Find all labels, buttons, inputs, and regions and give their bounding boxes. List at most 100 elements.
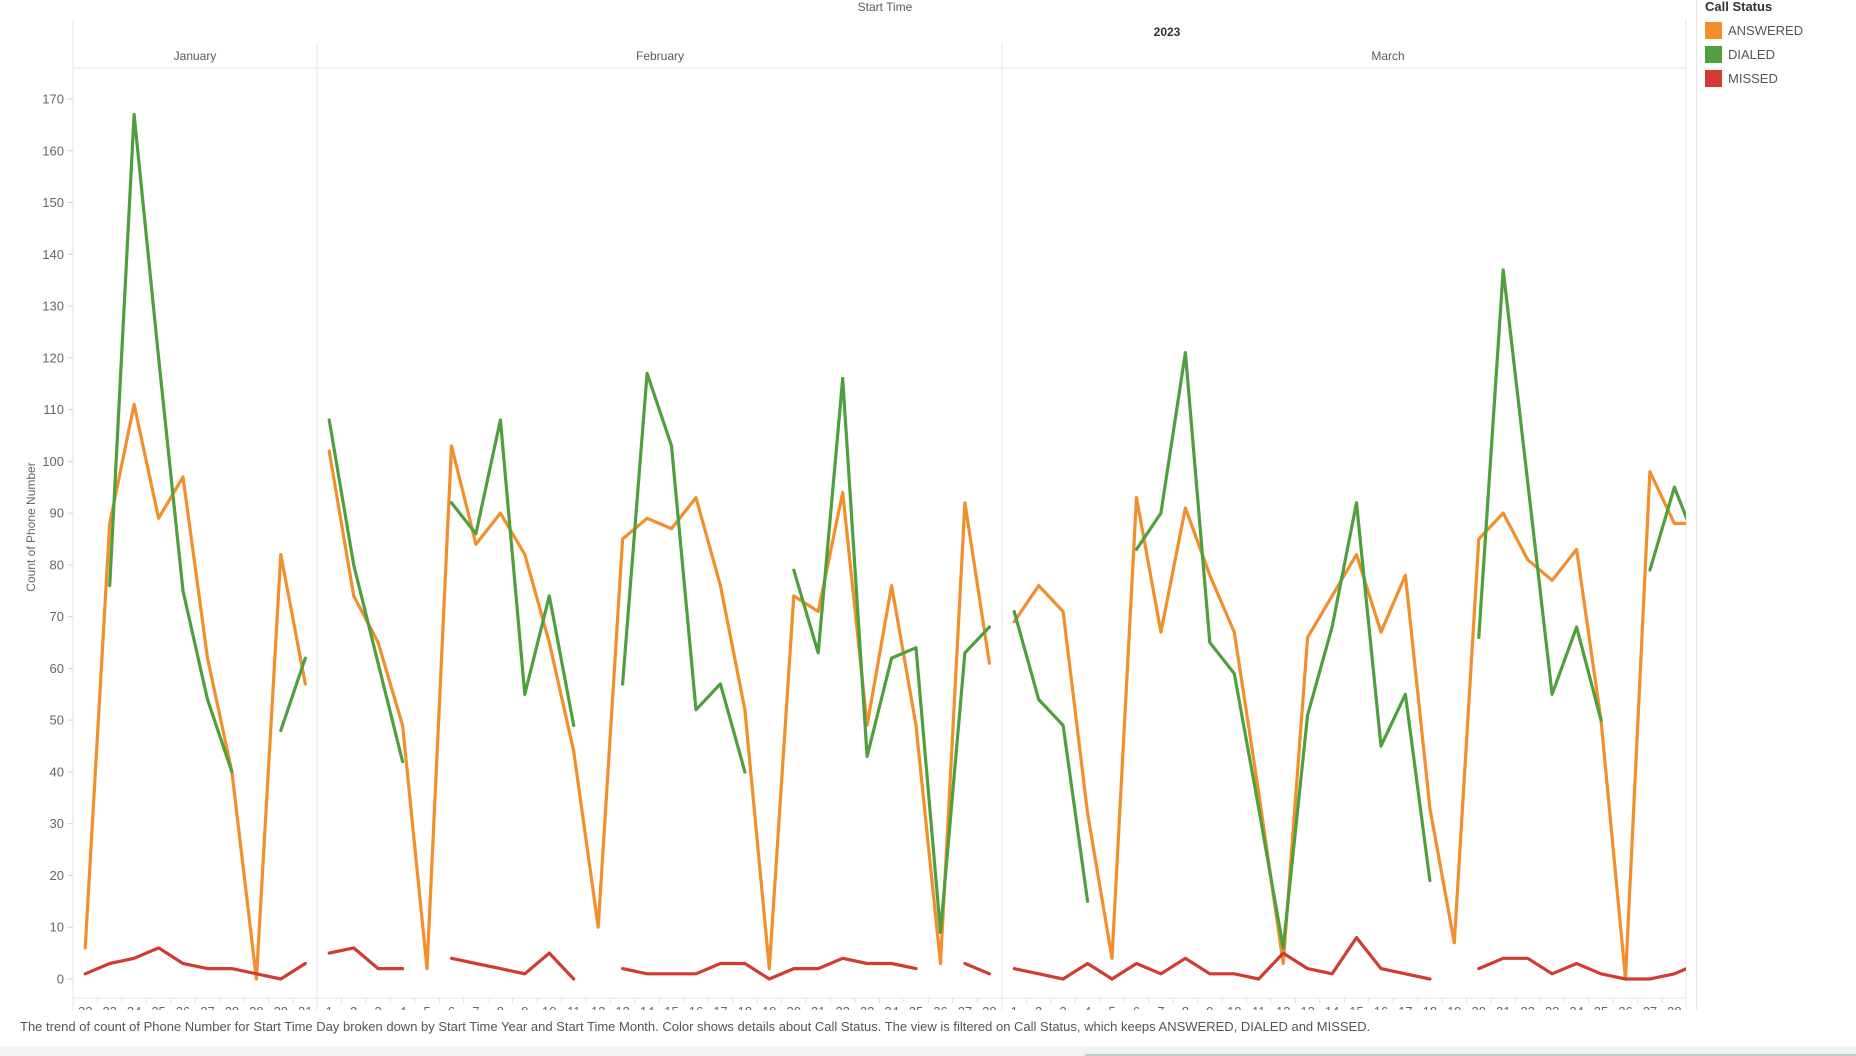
series-line-dialed-february[interactable] [327, 418, 405, 764]
data-point-dialed[interactable] [473, 531, 479, 537]
data-point-answered[interactable] [1158, 629, 1164, 635]
data-point-answered[interactable] [205, 655, 211, 661]
data-point-answered[interactable] [1354, 552, 1360, 558]
data-point-dialed[interactable] [546, 593, 552, 599]
data-point-answered[interactable] [131, 401, 137, 407]
data-point-missed[interactable] [1231, 971, 1237, 977]
data-point-dialed[interactable] [717, 681, 723, 687]
data-point-dialed[interactable] [1671, 484, 1677, 490]
data-point-answered[interactable] [1476, 536, 1482, 542]
data-point-dialed[interactable] [1598, 717, 1604, 723]
data-point-missed[interactable] [253, 971, 259, 977]
series-line-dialed-february[interactable] [449, 418, 576, 728]
data-point-missed[interactable] [449, 955, 455, 961]
data-point-dialed[interactable] [522, 691, 528, 697]
data-point-answered[interactable] [571, 748, 577, 754]
data-point-answered[interactable] [1451, 940, 1457, 946]
data-point-dialed[interactable] [938, 929, 944, 935]
data-point-answered[interactable] [938, 961, 944, 967]
data-point-missed[interactable] [1207, 971, 1213, 977]
data-point-dialed[interactable] [400, 759, 406, 765]
data-point-answered[interactable] [791, 593, 797, 599]
data-point-dialed[interactable] [1647, 567, 1653, 573]
data-point-answered[interactable] [1574, 546, 1580, 552]
data-point-dialed[interactable] [205, 697, 211, 703]
legend-item-answered[interactable]: ANSWERED [1705, 18, 1855, 42]
data-point-dialed[interactable] [326, 417, 332, 423]
data-point-missed[interactable] [229, 966, 235, 972]
data-point-answered[interactable] [400, 722, 406, 728]
data-point-dialed[interactable] [1427, 878, 1433, 884]
data-point-answered[interactable] [1500, 510, 1506, 516]
data-point-missed[interactable] [1647, 976, 1653, 982]
data-point-dialed[interactable] [840, 376, 846, 382]
data-point-missed[interactable] [1354, 935, 1360, 941]
data-point-missed[interactable] [1402, 971, 1408, 977]
data-point-dialed[interactable] [1182, 350, 1188, 356]
data-point-missed[interactable] [473, 961, 479, 967]
legend-item-dialed[interactable]: DIALED [1705, 42, 1855, 66]
data-point-missed[interactable] [302, 961, 308, 967]
data-point-missed[interactable] [913, 966, 919, 972]
series-line-answered-february[interactable] [327, 444, 992, 971]
data-point-missed[interactable] [1158, 971, 1164, 977]
data-point-missed[interactable] [205, 966, 211, 972]
data-point-dialed[interactable] [1549, 691, 1555, 697]
data-point-missed[interactable] [82, 971, 88, 977]
data-point-dialed[interactable] [156, 355, 162, 361]
data-point-answered[interactable] [522, 552, 528, 558]
series-line-missed-march[interactable] [1477, 956, 1699, 981]
data-point-dialed[interactable] [497, 417, 503, 423]
data-point-answered[interactable] [1378, 629, 1384, 635]
data-point-dialed[interactable] [889, 655, 895, 661]
data-point-missed[interactable] [693, 971, 699, 977]
series-line-dialed-march[interactable] [1134, 351, 1432, 950]
data-point-dialed[interactable] [620, 681, 626, 687]
series-line-dialed-january[interactable] [108, 112, 234, 774]
data-point-missed[interactable] [1574, 961, 1580, 967]
data-point-missed[interactable] [1525, 955, 1531, 961]
data-point-dialed[interactable] [1134, 546, 1140, 552]
data-point-dialed[interactable] [742, 769, 748, 775]
data-point-missed[interactable] [400, 966, 406, 972]
data-point-answered[interactable] [278, 552, 284, 558]
data-point-answered[interactable] [766, 966, 772, 972]
data-point-missed[interactable] [278, 976, 284, 982]
data-point-dialed[interactable] [913, 645, 919, 651]
data-point-answered[interactable] [156, 515, 162, 521]
data-point-answered[interactable] [889, 583, 895, 589]
data-point-dialed[interactable] [791, 567, 797, 573]
data-point-dialed[interactable] [1085, 898, 1091, 904]
data-point-answered[interactable] [1525, 557, 1531, 563]
series-line-dialed-february[interactable] [620, 371, 747, 774]
data-point-answered[interactable] [449, 443, 455, 449]
data-point-missed[interactable] [840, 955, 846, 961]
data-point-dialed[interactable] [1354, 500, 1360, 506]
data-point-answered[interactable] [913, 722, 919, 728]
data-point-dialed[interactable] [351, 562, 357, 568]
data-point-answered[interactable] [1549, 577, 1555, 583]
data-point-dialed[interactable] [1158, 510, 1164, 516]
data-point-dialed[interactable] [1256, 805, 1262, 811]
series-line-missed-march[interactable] [1012, 935, 1432, 981]
data-point-dialed[interactable] [571, 722, 577, 728]
data-point-answered[interactable] [1207, 572, 1213, 578]
data-point-dialed[interactable] [107, 583, 113, 589]
data-point-answered[interactable] [302, 681, 308, 687]
data-point-answered[interactable] [1305, 634, 1311, 640]
data-point-answered[interactable] [1182, 505, 1188, 511]
data-point-dialed[interactable] [864, 753, 870, 759]
data-point-missed[interactable] [766, 976, 772, 982]
data-point-dialed[interactable] [180, 588, 186, 594]
data-point-answered[interactable] [497, 510, 503, 516]
data-point-answered[interactable] [986, 660, 992, 666]
data-point-answered[interactable] [962, 500, 968, 506]
data-point-missed[interactable] [1378, 966, 1384, 972]
data-point-missed[interactable] [1500, 955, 1506, 961]
data-point-missed[interactable] [1623, 976, 1629, 982]
data-point-dialed[interactable] [1231, 671, 1237, 677]
data-point-answered[interactable] [1085, 810, 1091, 816]
series-line-missed-february[interactable] [963, 961, 992, 976]
data-point-missed[interactable] [1280, 950, 1286, 956]
data-point-dialed[interactable] [1011, 609, 1017, 615]
